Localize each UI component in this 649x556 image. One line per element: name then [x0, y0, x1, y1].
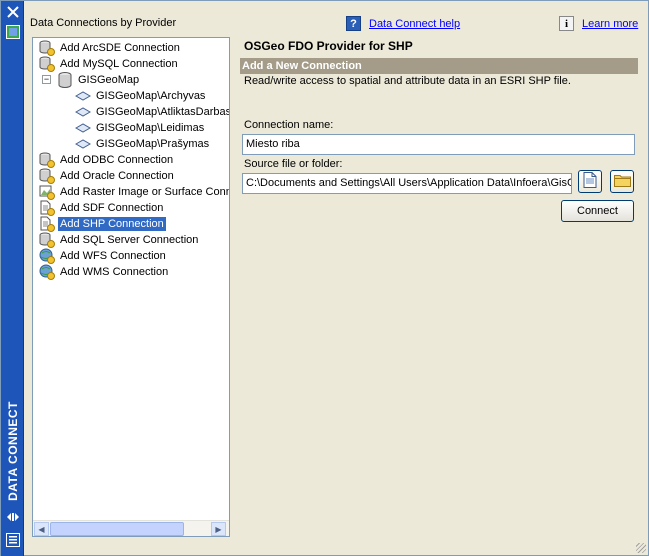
close-icon[interactable]: [3, 3, 22, 21]
schema-icon: [75, 136, 91, 152]
tree-item[interactable]: Add SQL Server Connection: [39, 232, 200, 248]
source-file-input[interactable]: C:\Documents and Settings\All Users\Appl…: [242, 173, 572, 194]
horizontal-scrollbar[interactable]: ◀ ▶: [33, 520, 229, 536]
collapse-icon[interactable]: −: [42, 75, 51, 84]
tree-item[interactable]: GISGeoMap\Archyvas: [75, 88, 207, 104]
globe-add-icon: [39, 264, 55, 280]
tree-item[interactable]: Add ArcSDE Connection: [39, 40, 182, 56]
provider-title: OSGeo FDO Provider for SHP: [244, 39, 413, 53]
tree-item[interactable]: GISGeoMap\Leidimas: [75, 120, 206, 136]
help-icon: ?: [346, 16, 361, 31]
tree-item-label: Add ODBC Connection: [60, 154, 174, 166]
tree-item-label: Add SHP Connection: [58, 217, 166, 231]
connection-name-label: Connection name:: [244, 119, 334, 131]
provider-description: Read/write access to spatial and attribu…: [244, 75, 571, 87]
tree-item-label: GISGeoMap\AtliktasDarbas: [96, 106, 230, 118]
tree-item-label: Add Raster Image or Surface Connection: [60, 186, 229, 198]
file-icon: [583, 172, 597, 191]
tree-item[interactable]: Add Oracle Connection: [39, 168, 176, 184]
tree-item[interactable]: GISGeoMap\AtliktasDarbas: [75, 104, 230, 120]
data-connect-help-link[interactable]: Data Connect help: [369, 18, 460, 30]
section-header: Add a New Connection: [240, 58, 638, 74]
scroll-left-button[interactable]: ◀: [34, 522, 49, 536]
palette-title-bar: DATA CONNECT: [1, 1, 24, 556]
tree-heading: Data Connections by Provider: [30, 17, 177, 29]
browse-folder-button[interactable]: [610, 170, 634, 193]
tree-item[interactable]: − GISGeoMap: [42, 72, 141, 88]
globe-add-icon: [39, 248, 55, 264]
learn-more[interactable]: i Learn more: [559, 16, 638, 31]
tree-item[interactable]: Add Raster Image or Surface Connection: [39, 184, 229, 200]
scroll-thumb[interactable]: [50, 522, 184, 536]
tree-item-label: Add SDF Connection: [60, 202, 164, 214]
tree-item-label: GISGeoMap\Prašymas: [96, 138, 210, 150]
database-add-icon: [39, 232, 55, 248]
database-add-icon: [39, 40, 55, 56]
tree-item[interactable]: Add WMS Connection: [39, 264, 170, 280]
properties-icon[interactable]: [3, 23, 22, 41]
palette-title: DATA CONNECT: [5, 401, 20, 501]
tree-item-label: GISGeoMap: [78, 74, 140, 86]
tree-item-label: Add SQL Server Connection: [60, 234, 199, 246]
source-label: Source file or folder:: [244, 158, 343, 170]
schema-icon: [75, 120, 91, 136]
tree-item-label: Add WMS Connection: [60, 266, 169, 278]
tree-item-label: Add WFS Connection: [60, 250, 166, 262]
database-add-icon: [39, 152, 55, 168]
raster-add-icon: [39, 184, 55, 200]
file-add-icon: [39, 200, 55, 216]
file-add-icon: [39, 216, 55, 232]
tree-item[interactable]: Add SHP Connection: [39, 216, 166, 232]
tree-item-label: Add ArcSDE Connection: [60, 42, 180, 54]
tree-item[interactable]: Add ODBC Connection: [39, 152, 175, 168]
schema-icon: [75, 88, 91, 104]
autohide-icon[interactable]: [3, 508, 22, 526]
data-connect-help[interactable]: ? Data Connect help: [346, 16, 460, 31]
tree-item-label: Add MySQL Connection: [60, 58, 178, 70]
tree-item[interactable]: Add SDF Connection: [39, 200, 165, 216]
data-connect-window: DATA CONNECT Data Connections by Provide…: [0, 0, 649, 556]
tree-item[interactable]: Add WFS Connection: [39, 248, 168, 264]
tree-item[interactable]: GISGeoMap\Prašymas: [75, 136, 211, 152]
connection-name-input[interactable]: Miesto riba: [242, 134, 635, 155]
info-icon: i: [559, 16, 574, 31]
tree-item[interactable]: Add MySQL Connection: [39, 56, 180, 72]
schema-icon: [75, 104, 91, 120]
folder-icon: [613, 173, 631, 190]
tree-item-label: Add Oracle Connection: [60, 170, 174, 182]
browse-file-button[interactable]: [578, 170, 602, 193]
connections-tree[interactable]: Add ArcSDE Connection Add MySQL Connectio…: [32, 37, 230, 537]
database-add-icon: [39, 56, 55, 72]
database-icon: [57, 72, 73, 88]
connect-button[interactable]: Connect: [561, 200, 634, 222]
learn-more-link[interactable]: Learn more: [582, 18, 638, 30]
tree-item-label: GISGeoMap\Archyvas: [96, 90, 206, 102]
tree-item-label: GISGeoMap\Leidimas: [96, 122, 205, 134]
resize-grip[interactable]: [636, 543, 646, 553]
menu-icon[interactable]: [3, 531, 22, 549]
scroll-right-button[interactable]: ▶: [211, 522, 226, 536]
database-add-icon: [39, 168, 55, 184]
